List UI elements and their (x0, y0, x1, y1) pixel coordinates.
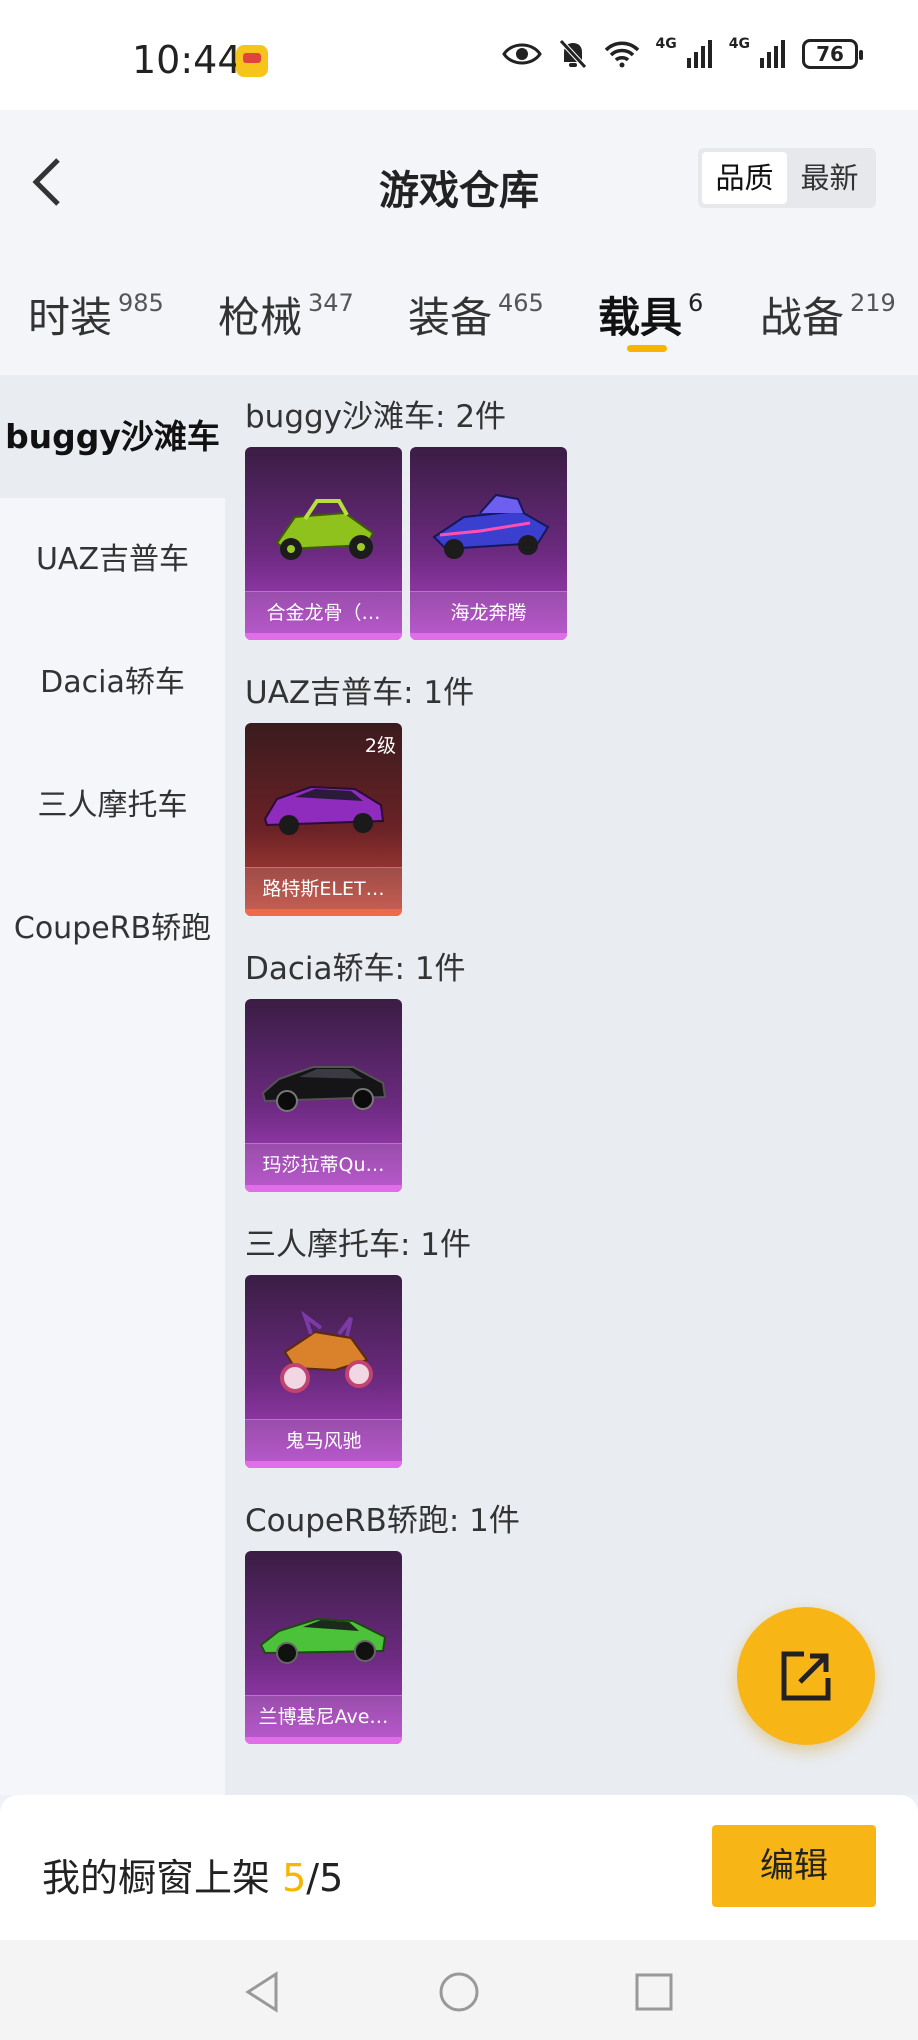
tab-combat-gear[interactable]: 战备 219 (760, 284, 896, 345)
group-uaz: UAZ吉普车: 1件 2级 路特斯ELET… (245, 663, 474, 916)
app-notification-icon (236, 45, 268, 77)
eye-icon (501, 43, 542, 65)
rarity-strip (410, 633, 567, 640)
status-icons: 4G 4G 76 (501, 36, 863, 70)
sidebar-item-motorcycle[interactable]: 三人摩托车 (0, 744, 225, 867)
item-name: 兰博基尼Ave… (245, 1695, 402, 1737)
tab-count: 985 (118, 289, 164, 317)
showcase-bar: 我的橱窗上架 5/5 编辑 (0, 1795, 918, 1940)
sort-toggle: 品质 最新 (698, 148, 876, 208)
sedan-vehicle-icon (261, 1066, 387, 1112)
item-name: 鬼马风驰 (245, 1419, 402, 1461)
showcase-separator: / (306, 1856, 320, 1900)
header: 游戏仓库 品质 最新 (0, 110, 918, 250)
group-title: UAZ吉普车: 1件 (245, 675, 475, 711)
item-level-badge: 2级 (364, 735, 396, 757)
group-coupe: CoupeRB轿跑: 1件 兰博基尼Ave… (245, 1491, 520, 1744)
item-card[interactable]: 兰博基尼Ave… (245, 1551, 402, 1744)
rarity-strip (245, 1737, 402, 1744)
wifi-icon (604, 41, 639, 68)
item-name: 合金龙骨（… (245, 591, 402, 633)
nav-home-icon[interactable] (437, 1970, 481, 2014)
group-title: 三人摩托车: 1件 (245, 1227, 472, 1263)
item-card[interactable]: 合金龙骨（… (245, 447, 402, 640)
tab-fashion[interactable]: 时装 985 (28, 284, 164, 345)
sidebar-item-uaz[interactable]: UAZ吉普车 (0, 498, 225, 621)
sidebar-item-dacia[interactable]: Dacia轿车 (0, 621, 225, 744)
group-title: CoupeRB轿跑: 1件 (245, 1503, 520, 1539)
motorcycle-vehicle-icon (280, 1310, 373, 1393)
signal-4g-icon-2 (760, 40, 785, 68)
nav-back-icon[interactable] (240, 1970, 284, 2014)
item-name: 玛莎拉蒂Qu… (245, 1143, 402, 1185)
tab-label: 时装 (28, 293, 113, 342)
sidebar-item-coupe[interactable]: CoupeRB轿跑 (0, 867, 225, 990)
rarity-strip (245, 909, 402, 916)
group-title: buggy沙滩车: 2件 (245, 399, 507, 435)
buggy-vehicle-icon (432, 493, 550, 559)
status-bar: 10:44 4G 4G 76 (0, 0, 918, 110)
group-motorcycle: 三人摩托车: 1件 鬼马风驰 (245, 1215, 471, 1468)
group-title: Dacia轿车: 1件 (245, 951, 466, 987)
tab-count: 6 (688, 289, 704, 317)
tab-equipment[interactable]: 装备 465 (408, 284, 544, 345)
tab-guns[interactable]: 枪械 347 (218, 284, 354, 345)
tab-label: 载具 (598, 293, 683, 342)
tab-label: 装备 (408, 293, 493, 342)
tab-label: 枪械 (218, 293, 303, 342)
suv-vehicle-icon (263, 785, 385, 835)
item-card[interactable]: 玛莎拉蒂Qu… (245, 999, 402, 1192)
buggy-vehicle-icon (275, 499, 375, 560)
category-tabs: 时装 985 枪械 347 装备 465 载具 6 战备 219 (0, 250, 918, 375)
vehicle-type-sidebar: buggy沙滩车 UAZ吉普车 Dacia轿车 三人摩托车 CoupeRB轿跑 (0, 375, 225, 1795)
tab-label: 战备 (760, 293, 845, 342)
mute-bell-icon (558, 39, 587, 69)
network-4g-label: 4G (655, 36, 677, 52)
signal-4g-icon (686, 40, 712, 68)
rarity-strip (245, 633, 402, 640)
item-name: 海龙奔腾 (410, 591, 567, 633)
sports-car-vehicle-icon (259, 1617, 387, 1664)
rarity-strip (245, 1461, 402, 1468)
group-buggy: buggy沙滩车: 2件 合金龙骨（… 海龙奔腾 (245, 387, 567, 640)
tab-count: 347 (308, 289, 354, 317)
sort-option-quality[interactable]: 品质 (702, 152, 787, 204)
showcase-total-count: 5 (319, 1856, 344, 1900)
network-4g-label-2: 4G (728, 36, 750, 52)
showcase-label: 我的橱窗上架 (42, 1856, 271, 1900)
item-name: 路特斯ELET… (245, 867, 402, 909)
tab-count: 219 (850, 289, 896, 317)
share-fab-button[interactable] (737, 1607, 875, 1745)
tab-count: 465 (498, 289, 544, 317)
system-nav-bar (0, 1940, 918, 2040)
edit-button[interactable]: 编辑 (712, 1825, 876, 1907)
sidebar-item-buggy[interactable]: buggy沙滩车 (0, 375, 225, 498)
battery-icon: 76 (802, 39, 863, 69)
sort-option-newest[interactable]: 最新 (787, 152, 872, 204)
rarity-strip (245, 1185, 402, 1192)
status-time: 10:44 (132, 38, 242, 82)
item-card[interactable]: 海龙奔腾 (410, 447, 567, 640)
item-card[interactable]: 鬼马风驰 (245, 1275, 402, 1468)
showcase-status: 我的橱窗上架 5/5 (42, 1847, 343, 1902)
share-export-icon (781, 1651, 831, 1701)
item-card[interactable]: 2级 路特斯ELET… (245, 723, 402, 916)
vehicle-list: buggy沙滩车: 2件 合金龙骨（… 海龙奔腾 UAZ吉普车: 1件 2级 路… (225, 375, 918, 1795)
tab-vehicles[interactable]: 载具 6 (598, 284, 703, 345)
showcase-current-count: 5 (282, 1856, 307, 1900)
group-dacia: Dacia轿车: 1件 玛莎拉蒂Qu… (245, 939, 466, 1192)
nav-recents-icon[interactable] (632, 1970, 676, 2014)
active-tab-indicator (627, 345, 667, 352)
